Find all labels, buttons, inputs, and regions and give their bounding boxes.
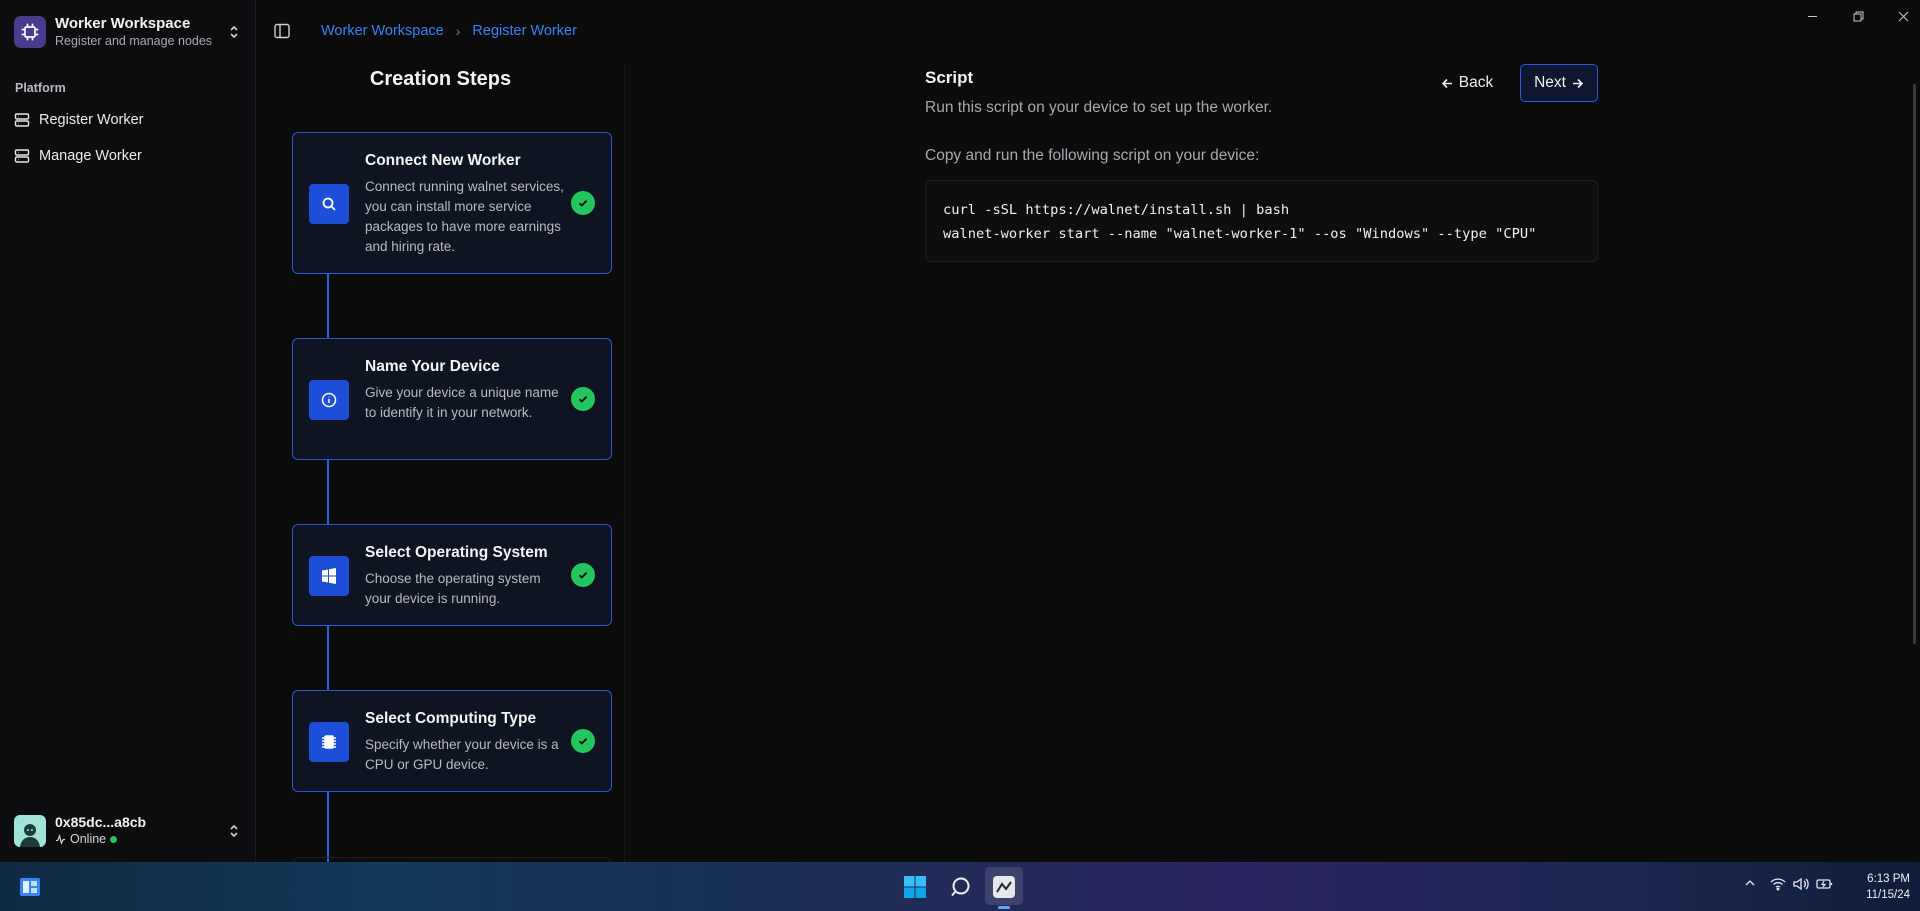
back-button[interactable]: Back	[1432, 64, 1502, 102]
step-title: Select Operating System	[365, 544, 548, 561]
avatar	[14, 815, 46, 847]
status-dot	[110, 836, 118, 843]
step-title: Name Your Device	[365, 358, 500, 375]
user-status-label: Online	[70, 832, 107, 846]
clock-date: 11/15/24	[1866, 889, 1910, 901]
content-instruction: Copy and run the following script on you…	[925, 147, 1260, 164]
sidebar-item-register-worker[interactable]: Register Worker	[14, 106, 242, 134]
search-icon[interactable]	[947, 873, 975, 901]
step-card-name-device[interactable]: Name Your Device Give your device a uniq…	[292, 338, 612, 460]
next-label: Next	[1534, 74, 1566, 91]
taskbar: 6:13 PM 11/15/24	[0, 862, 1920, 911]
chip-icon	[309, 722, 349, 762]
top-bar: Worker Workspace › Register Worker	[257, 0, 1920, 62]
workspace-switcher[interactable]: Worker Workspace Register and manage nod…	[14, 14, 242, 50]
sidebar-item-label: Register Worker	[39, 112, 144, 128]
sidebar-item-manage-worker[interactable]: Manage Worker	[14, 142, 242, 170]
wifi-icon[interactable]	[1770, 877, 1786, 891]
worker-app-icon[interactable]	[990, 873, 1018, 901]
active-app-indicator	[998, 906, 1010, 909]
step-title: Connect New Worker	[365, 152, 521, 169]
activity-icon	[55, 834, 66, 845]
close-icon[interactable]	[1888, 6, 1918, 26]
check-icon	[571, 191, 595, 215]
user-address: 0x85dc...a8cb	[55, 814, 147, 830]
taskbar-clock[interactable]: 6:13 PM 11/15/24	[1848, 871, 1910, 903]
workspace-logo-icon	[14, 16, 46, 48]
minimize-icon[interactable]	[1797, 6, 1827, 26]
clock-time: 6:13 PM	[1867, 873, 1910, 885]
restore-icon[interactable]	[1843, 6, 1873, 26]
step-card-connect-worker[interactable]: Connect New Worker Connect running walne…	[292, 132, 612, 274]
workspace-subtitle: Register and manage nodes	[55, 34, 213, 48]
content-subtitle: Run this script on your device to set up…	[925, 99, 1273, 116]
back-label: Back	[1458, 74, 1494, 91]
breadcrumb: Worker Workspace › Register Worker	[321, 23, 577, 39]
check-icon	[571, 387, 595, 411]
server-icon	[14, 149, 30, 163]
sidebar-group-label: Platform	[15, 81, 66, 95]
chevrons-up-down-icon[interactable]	[226, 21, 242, 43]
breadcrumb-current[interactable]: Register Worker	[472, 23, 576, 39]
creation-steps-panel: Creation Steps Connect New Worker Connec…	[257, 62, 625, 862]
step-description: Give your device a unique name to identi…	[365, 385, 559, 420]
step-title: Select Computing Type	[365, 710, 537, 727]
battery-charging-icon[interactable]	[1816, 877, 1834, 891]
arrow-right-icon	[1572, 78, 1584, 88]
check-icon	[571, 729, 595, 753]
user-menu[interactable]: 0x85dc...a8cb Online	[14, 812, 242, 850]
workspace-title: Worker Workspace	[55, 15, 191, 32]
search-icon	[309, 184, 349, 224]
volume-icon[interactable]	[1793, 877, 1809, 891]
check-icon	[571, 563, 595, 587]
step-description: Connect running walnet services, you can…	[365, 179, 564, 254]
content-title: Script	[925, 68, 974, 87]
chevron-right-icon: ›	[455, 23, 461, 39]
next-button[interactable]: Next	[1520, 64, 1598, 102]
info-icon	[309, 380, 349, 420]
step-description: Specify whether your device is a CPU or …	[365, 737, 559, 772]
server-icon	[14, 113, 30, 127]
sidebar: Worker Workspace Register and manage nod…	[0, 0, 256, 862]
breadcrumb-root[interactable]: Worker Workspace	[321, 23, 444, 39]
chevron-up-icon[interactable]	[1744, 877, 1756, 889]
step-description: Choose the operating system your device …	[365, 571, 541, 606]
widgets-icon[interactable]	[16, 873, 44, 901]
arrow-left-icon	[1441, 78, 1452, 88]
windows-icon	[309, 556, 349, 596]
sidebar-toggle-icon[interactable]	[273, 22, 291, 40]
chevrons-up-down-icon[interactable]	[226, 820, 242, 842]
windows-start-icon[interactable]	[901, 873, 929, 901]
step-card-operating-system[interactable]: Select Operating System Choose the opera…	[292, 524, 612, 626]
sidebar-item-label: Manage Worker	[39, 148, 142, 164]
scrollbar[interactable]	[1913, 84, 1916, 644]
steps-title: Creation Steps	[369, 68, 512, 90]
step-card-computing-type[interactable]: Select Computing Type Specify whether yo…	[292, 690, 612, 792]
user-status: Online	[55, 831, 226, 848]
script-code-block[interactable]: curl -sSL https://walnet/install.sh | ba…	[925, 180, 1598, 262]
